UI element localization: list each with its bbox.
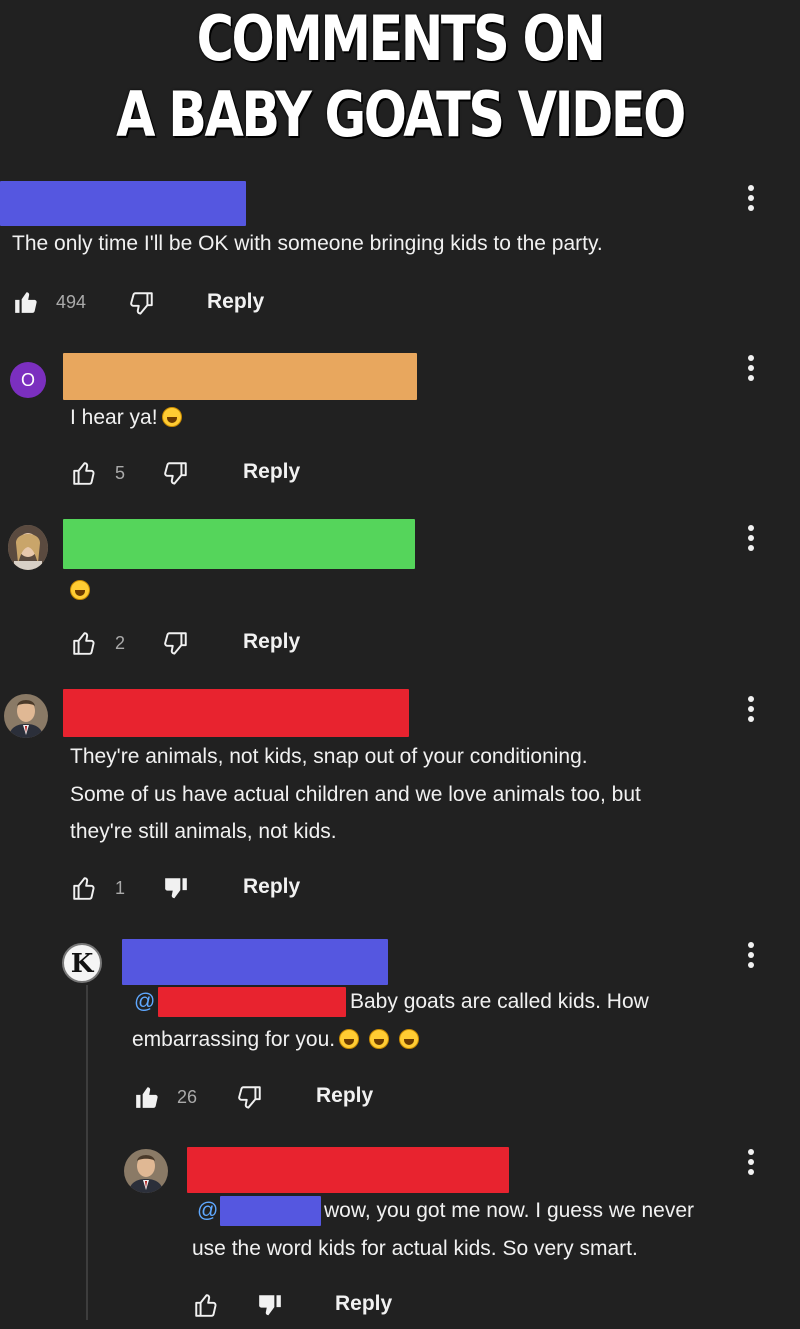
reply-button[interactable]: Reply <box>335 1292 392 1316</box>
redacted-username <box>122 939 388 985</box>
comment-text-line: Baby goats are called kids. How <box>350 990 649 1013</box>
thumbs-up-filled-icon[interactable] <box>133 1084 161 1110</box>
redacted-username <box>0 181 246 226</box>
avatar[interactable] <box>8 525 48 570</box>
comment-text-line: embarrassing for you. <box>132 1021 420 1058</box>
reply-thread-line <box>86 985 88 1320</box>
avatar[interactable]: O <box>10 362 46 398</box>
grinning-emoji-icon <box>339 1029 360 1049</box>
redacted-mention <box>158 987 346 1017</box>
reply-button[interactable]: Reply <box>243 875 300 899</box>
thumbs-down-outline-icon[interactable] <box>128 290 156 316</box>
comment-text-line: they're still animals, not kids. <box>70 820 337 843</box>
rolling-laughing-emoji-icon <box>399 1029 420 1049</box>
mention-prefix[interactable]: @ <box>134 983 155 1020</box>
thumbs-down-outline-icon[interactable] <box>162 460 190 486</box>
avatar[interactable]: K <box>62 943 102 983</box>
comment-text-line: Some of us have actual children and we l… <box>70 783 641 806</box>
redacted-mention <box>220 1196 321 1226</box>
reply-button[interactable]: Reply <box>243 630 300 654</box>
comment-text: embarrassing for you. <box>132 1028 336 1051</box>
thumbs-down-filled-icon[interactable] <box>162 875 190 901</box>
like-count: 2 <box>115 633 126 653</box>
headline-line-1: COMMENTS ON <box>196 2 606 75</box>
like-count: 1 <box>115 878 126 898</box>
redacted-username <box>63 353 417 400</box>
thumbs-down-outline-icon[interactable] <box>236 1084 264 1110</box>
thumbs-up-outline-icon[interactable] <box>70 460 98 486</box>
reply-button[interactable]: Reply <box>316 1084 373 1108</box>
more-vertical-icon[interactable] <box>747 525 755 555</box>
redacted-username <box>187 1147 509 1193</box>
mention-prefix[interactable]: @ <box>197 1192 218 1229</box>
comment-text: The only time I'll be OK with someone br… <box>12 232 603 255</box>
like-count: 5 <box>115 463 126 483</box>
like-count: 26 <box>177 1087 198 1107</box>
grinning-sweat-emoji-icon <box>161 407 182 427</box>
thumbs-up-outline-icon[interactable] <box>70 875 98 901</box>
headline-line-2: A BABY GOATS VIDEO <box>116 78 686 151</box>
thumbs-up-outline-icon[interactable] <box>70 630 98 656</box>
more-vertical-icon[interactable] <box>747 1149 755 1179</box>
comment-text: I hear ya! <box>70 406 158 429</box>
comment-text-line: They're animals, not kids, snap out of y… <box>70 745 588 768</box>
thumbs-up-outline-icon[interactable] <box>192 1292 220 1318</box>
redacted-username <box>63 519 415 569</box>
grinning-sweat-emoji-icon <box>70 580 90 600</box>
thumbs-down-outline-icon[interactable] <box>162 630 190 656</box>
more-vertical-icon[interactable] <box>747 355 755 385</box>
thumbs-up-filled-icon[interactable] <box>12 289 40 315</box>
thumbs-down-filled-icon[interactable] <box>256 1292 284 1318</box>
more-vertical-icon[interactable] <box>747 942 755 972</box>
more-vertical-icon[interactable] <box>747 696 755 726</box>
comment-text-line <box>70 572 90 609</box>
reply-button[interactable]: Reply <box>207 290 264 314</box>
avatar[interactable] <box>4 694 48 738</box>
grinning-sweat-emoji-icon <box>369 1029 390 1049</box>
svg-text:K: K <box>71 949 95 979</box>
like-count: 494 <box>56 292 87 312</box>
redacted-username <box>63 689 409 737</box>
more-vertical-icon[interactable] <box>747 185 755 215</box>
comment-text-line: use the word kids for actual kids. So ve… <box>192 1237 638 1260</box>
comment-text-line: I hear ya! <box>70 399 182 436</box>
avatar[interactable] <box>124 1149 168 1193</box>
reply-button[interactable]: Reply <box>243 460 300 484</box>
comment-text-line: wow, you got me now. I guess we never <box>324 1199 695 1222</box>
